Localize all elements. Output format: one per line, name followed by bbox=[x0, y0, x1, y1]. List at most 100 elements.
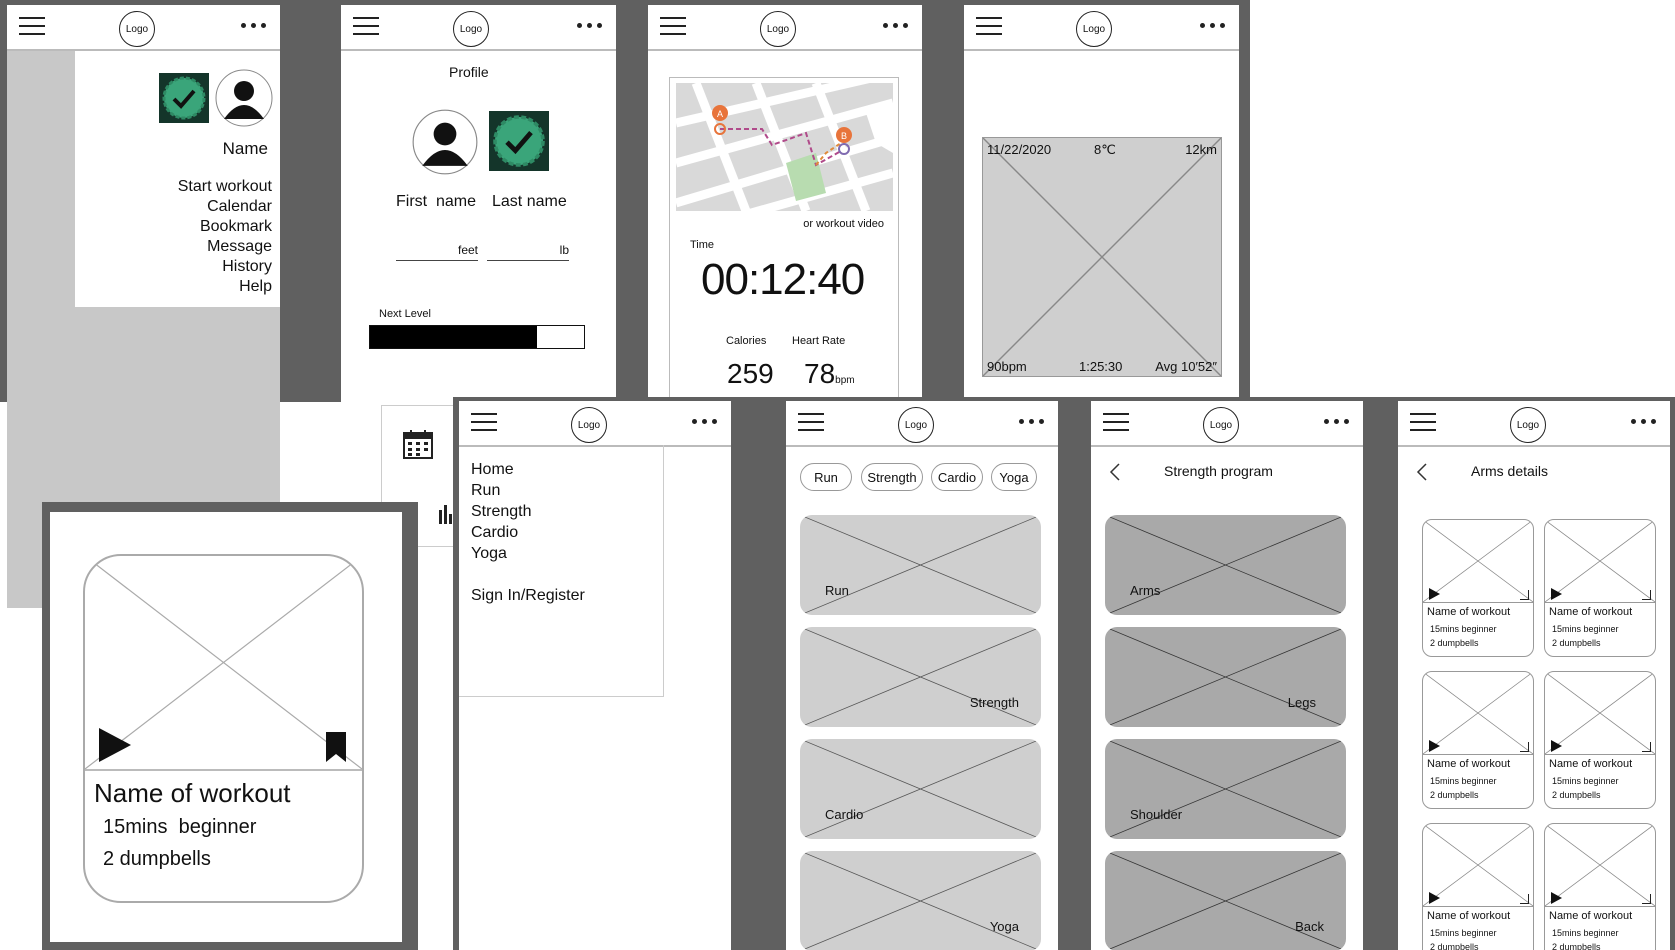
program-card-arms[interactable]: Arms bbox=[1105, 515, 1346, 615]
play-icon[interactable] bbox=[99, 728, 131, 762]
menu-list: Start workout Calendar Bookmark Message … bbox=[178, 177, 272, 297]
category-card-strength[interactable]: Strength bbox=[800, 627, 1041, 727]
hamburger-menu-icon[interactable] bbox=[1103, 413, 1129, 433]
more-options-icon[interactable] bbox=[577, 23, 602, 31]
logo: Logo bbox=[760, 11, 796, 47]
category-card-run[interactable]: Run bbox=[800, 515, 1041, 615]
filter-pill-run[interactable]: Run bbox=[800, 463, 852, 491]
nav-item-cardio[interactable]: Cardio bbox=[471, 522, 585, 543]
hamburger-menu-icon[interactable] bbox=[798, 413, 824, 433]
zoom-workout-card[interactable]: Name of workout 15mins beginner 2 dumpbe… bbox=[83, 554, 364, 903]
hamburger-menu-icon[interactable] bbox=[19, 17, 45, 37]
level-progress-bar bbox=[369, 325, 585, 349]
workout-card[interactable]: Name of workout 15mins beginner 2 dumpbe… bbox=[1544, 823, 1656, 950]
filter-pill-strength[interactable]: Strength bbox=[861, 463, 923, 491]
height-field[interactable]: feet bbox=[396, 243, 478, 261]
bookmark-icon[interactable] bbox=[1520, 894, 1529, 904]
category-card-yoga[interactable]: Yoga bbox=[800, 851, 1041, 950]
hamburger-menu-icon[interactable] bbox=[976, 17, 1002, 37]
play-icon[interactable] bbox=[1429, 588, 1440, 600]
hamburger-menu-icon[interactable] bbox=[1410, 413, 1436, 433]
bookmark-icon[interactable] bbox=[1520, 742, 1529, 752]
back-chevron-icon[interactable] bbox=[1109, 463, 1121, 481]
bookmark-icon[interactable] bbox=[1520, 590, 1529, 600]
stats-chart-icon[interactable] bbox=[438, 502, 454, 524]
play-icon[interactable] bbox=[1429, 740, 1440, 752]
profile-avatar[interactable] bbox=[412, 109, 478, 175]
workout-equipment: 2 dumpbells bbox=[1430, 790, 1479, 800]
summary-heart-rate: 90bpm bbox=[987, 359, 1027, 374]
bookmark-icon[interactable] bbox=[1642, 894, 1651, 904]
hamburger-menu-icon[interactable] bbox=[353, 17, 379, 37]
workout-meta: 15mins beginner bbox=[1552, 624, 1619, 634]
category-card-cardio[interactable]: Cardio bbox=[800, 739, 1041, 839]
more-options-icon[interactable] bbox=[1631, 419, 1656, 427]
filter-pill-yoga[interactable]: Yoga bbox=[991, 463, 1037, 491]
hamburger-menu-icon[interactable] bbox=[471, 413, 497, 433]
workout-card[interactable]: Name of workout 15mins beginner 2 dumpbe… bbox=[1544, 519, 1656, 657]
logo: Logo bbox=[453, 11, 489, 47]
bookmark-icon[interactable] bbox=[1642, 742, 1651, 752]
program-card-shoulder[interactable]: Shoulder bbox=[1105, 739, 1346, 839]
avatar[interactable] bbox=[215, 69, 273, 127]
user-name: Name bbox=[222, 139, 268, 158]
filter-pill-cardio[interactable]: Cardio bbox=[931, 463, 983, 491]
app-header: Logo bbox=[459, 401, 731, 447]
menu-item-history[interactable]: History bbox=[178, 257, 272, 277]
height-unit: feet bbox=[457, 243, 478, 257]
zoom-workout-equipment: 2 dumpbells bbox=[103, 848, 211, 870]
program-card-label: Shoulder bbox=[1130, 807, 1183, 822]
zoom-card-screen: Name of workout 15mins beginner 2 dumpbe… bbox=[50, 512, 402, 942]
more-options-icon[interactable] bbox=[883, 23, 908, 31]
zoom-workout-meta: 15mins beginner bbox=[103, 816, 257, 838]
more-options-icon[interactable] bbox=[241, 23, 266, 31]
workout-card[interactable]: Name of workout 15mins beginner 2 dumpbe… bbox=[1422, 671, 1534, 809]
workout-thumbnail bbox=[1545, 520, 1655, 603]
program-card-label: Legs bbox=[1287, 695, 1316, 710]
logo: Logo bbox=[571, 407, 607, 443]
logo: Logo bbox=[1510, 407, 1546, 443]
nav-screen: Logo Home Run Strength Cardio Yoga Sign … bbox=[459, 401, 731, 950]
elapsed-time: 00:12:40 bbox=[701, 255, 865, 304]
bookmark-icon[interactable] bbox=[1642, 590, 1651, 600]
calendar-icon[interactable] bbox=[402, 428, 434, 460]
more-options-icon[interactable] bbox=[1200, 23, 1225, 31]
route-map[interactable]: A B bbox=[676, 83, 893, 211]
workout-meta: 15mins beginner bbox=[1552, 928, 1619, 938]
play-icon[interactable] bbox=[1551, 892, 1562, 904]
workout-name: Name of workout bbox=[1427, 758, 1511, 770]
bookmark-icon[interactable] bbox=[326, 732, 346, 762]
more-options-icon[interactable] bbox=[1324, 419, 1349, 427]
nav-item-yoga[interactable]: Yoga bbox=[471, 543, 585, 564]
nav-item-home[interactable]: Home bbox=[471, 459, 585, 480]
workout-card[interactable]: Name of workout 15mins beginner 2 dumpbe… bbox=[1544, 671, 1656, 809]
heart-rate-number: 78 bbox=[804, 358, 836, 389]
video-option-label[interactable]: or workout video bbox=[803, 218, 884, 230]
back-chevron-icon[interactable] bbox=[1416, 463, 1428, 481]
workout-meta: 15mins beginner bbox=[1430, 928, 1497, 938]
menu-item-message[interactable]: Message bbox=[178, 237, 272, 257]
program-card-legs[interactable]: Legs bbox=[1105, 627, 1346, 727]
nav-item-strength[interactable]: Strength bbox=[471, 501, 585, 522]
play-icon[interactable] bbox=[1429, 892, 1440, 904]
weight-field[interactable]: lb bbox=[487, 243, 569, 261]
menu-item-help[interactable]: Help bbox=[178, 277, 272, 297]
workout-card[interactable]: Name of workout 15mins beginner 2 dumpbe… bbox=[1422, 519, 1534, 657]
app-header: Logo bbox=[648, 5, 922, 51]
workout-card[interactable]: Name of workout 15mins beginner 2 dumpbe… bbox=[1422, 823, 1534, 950]
menu-item-bookmark[interactable]: Bookmark bbox=[178, 217, 272, 237]
heart-rate-value: 78bpm bbox=[804, 358, 855, 390]
program-card-back[interactable]: Back bbox=[1105, 851, 1346, 950]
nav-item-run[interactable]: Run bbox=[471, 480, 585, 501]
play-icon[interactable] bbox=[1551, 740, 1562, 752]
menu-item-start-workout[interactable]: Start workout bbox=[178, 177, 272, 197]
sign-in-register-link[interactable]: Sign In/Register bbox=[471, 585, 585, 606]
more-options-icon[interactable] bbox=[692, 419, 717, 427]
summary-pace: Avg 10′52″ bbox=[1155, 359, 1217, 374]
level-progress-fill bbox=[370, 326, 537, 348]
more-options-icon[interactable] bbox=[1019, 419, 1044, 427]
zoom-workout-name: Name of workout bbox=[94, 778, 291, 808]
play-icon[interactable] bbox=[1551, 588, 1562, 600]
menu-item-calendar[interactable]: Calendar bbox=[178, 197, 272, 217]
hamburger-menu-icon[interactable] bbox=[660, 17, 686, 37]
